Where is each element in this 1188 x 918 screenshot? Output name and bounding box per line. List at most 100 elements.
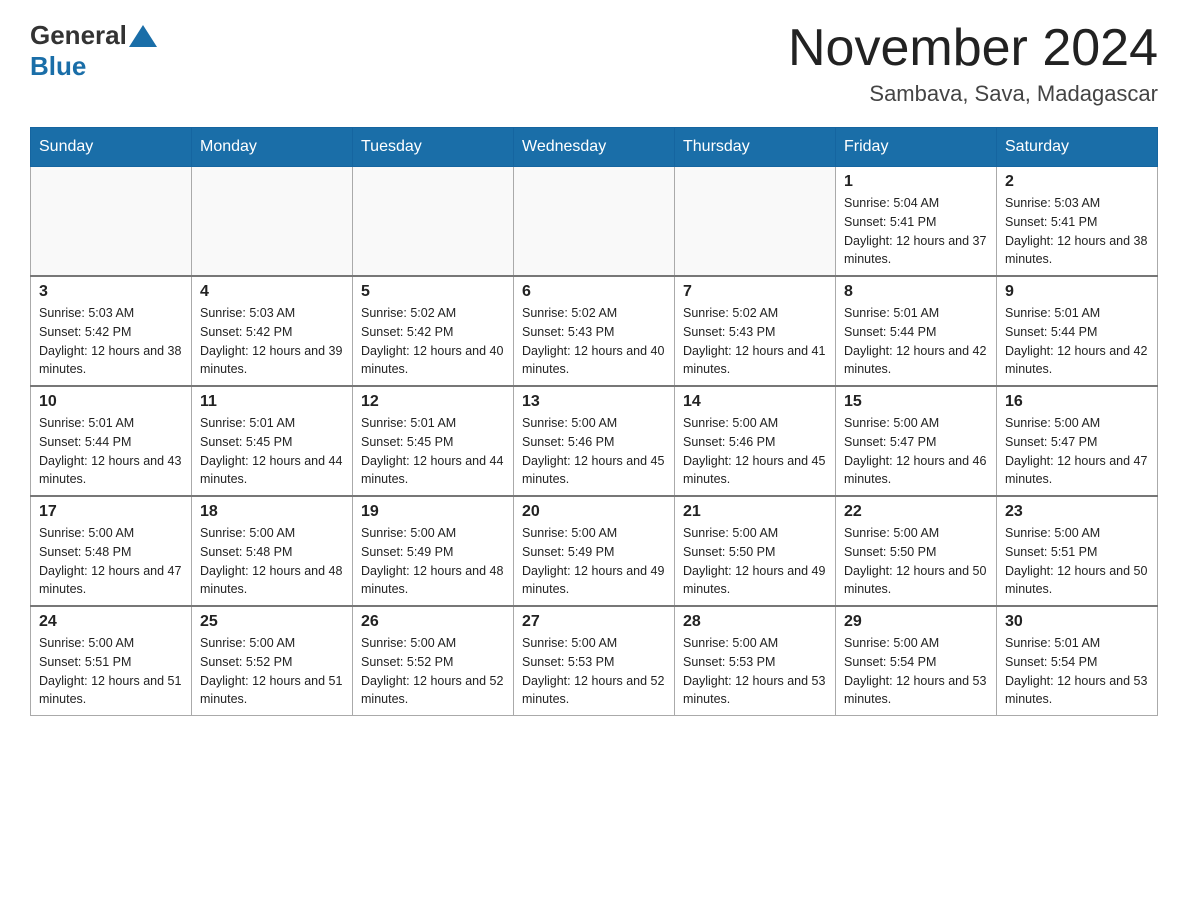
day-info: Sunrise: 5:01 AM Sunset: 5:44 PM Dayligh… [1005,304,1149,379]
day-number: 14 [683,393,827,411]
day-info: Sunrise: 5:00 AM Sunset: 5:47 PM Dayligh… [1005,414,1149,489]
calendar-cell: 5 Sunrise: 5:02 AM Sunset: 5:42 PM Daylig… [353,276,514,386]
day-number: 15 [844,393,988,411]
calendar-cell: 8 Sunrise: 5:01 AM Sunset: 5:44 PM Daylig… [836,276,997,386]
day-number: 11 [200,393,344,411]
weekday-header-tuesday: Tuesday [353,128,514,167]
day-info: Sunrise: 5:00 AM Sunset: 5:48 PM Dayligh… [200,524,344,599]
day-number: 23 [1005,503,1149,521]
day-info: Sunrise: 5:00 AM Sunset: 5:46 PM Dayligh… [683,414,827,489]
day-number: 22 [844,503,988,521]
day-info: Sunrise: 5:01 AM Sunset: 5:44 PM Dayligh… [39,414,183,489]
calendar-cell: 13Sunrise: 5:00 AM Sunset: 5:46 PM Dayli… [514,386,675,496]
day-info: Sunrise: 5:00 AM Sunset: 5:51 PM Dayligh… [39,634,183,709]
calendar-week-row: 17Sunrise: 5:00 AM Sunset: 5:48 PM Dayli… [31,496,1158,606]
calendar-week-row: 3 Sunrise: 5:03 AM Sunset: 5:42 PM Daylig… [31,276,1158,386]
calendar-cell: 27 Sunrise: 5:00 AM Sunset: 5:53 PM Dayli… [514,606,675,716]
calendar-cell [31,167,192,277]
calendar-cell: 1 Sunrise: 5:04 AM Sunset: 5:41 PM Daylig… [836,167,997,277]
day-number: 10 [39,393,183,411]
day-number: 7 [683,283,827,301]
day-info: Sunrise: 5:00 AM Sunset: 5:51 PM Dayligh… [1005,524,1149,599]
day-number: 27 [522,613,666,631]
day-info: Sunrise: 5:00 AM Sunset: 5:53 PM Dayligh… [683,634,827,709]
day-number: 30 [1005,613,1149,631]
day-info: Sunrise: 5:02 AM Sunset: 5:43 PM Dayligh… [522,304,666,379]
day-number: 9 [1005,283,1149,301]
day-info: Sunrise: 5:03 AM Sunset: 5:42 PM Dayligh… [39,304,183,379]
page-header: General Blue November 2024 Sambava, Sava… [30,20,1158,107]
calendar-cell [514,167,675,277]
day-info: Sunrise: 5:03 AM Sunset: 5:42 PM Dayligh… [200,304,344,379]
day-info: Sunrise: 5:00 AM Sunset: 5:47 PM Dayligh… [844,414,988,489]
day-number: 6 [522,283,666,301]
calendar-week-row: 24 Sunrise: 5:00 AM Sunset: 5:51 PM Dayli… [31,606,1158,716]
calendar-cell: 3 Sunrise: 5:03 AM Sunset: 5:42 PM Daylig… [31,276,192,386]
calendar-header-row: SundayMondayTuesdayWednesdayThursdayFrid… [31,128,1158,167]
day-info: Sunrise: 5:02 AM Sunset: 5:43 PM Dayligh… [683,304,827,379]
day-info: Sunrise: 5:01 AM Sunset: 5:54 PM Dayligh… [1005,634,1149,709]
day-info: Sunrise: 5:00 AM Sunset: 5:50 PM Dayligh… [844,524,988,599]
weekday-header-friday: Friday [836,128,997,167]
day-number: 4 [200,283,344,301]
calendar-cell: 17Sunrise: 5:00 AM Sunset: 5:48 PM Dayli… [31,496,192,606]
day-number: 21 [683,503,827,521]
calendar-cell: 2 Sunrise: 5:03 AM Sunset: 5:41 PM Daylig… [997,167,1158,277]
day-info: Sunrise: 5:02 AM Sunset: 5:42 PM Dayligh… [361,304,505,379]
day-info: Sunrise: 5:00 AM Sunset: 5:49 PM Dayligh… [361,524,505,599]
calendar-cell: 26 Sunrise: 5:00 AM Sunset: 5:52 PM Dayli… [353,606,514,716]
day-info: Sunrise: 5:00 AM Sunset: 5:48 PM Dayligh… [39,524,183,599]
weekday-header-monday: Monday [192,128,353,167]
day-info: Sunrise: 5:01 AM Sunset: 5:45 PM Dayligh… [200,414,344,489]
calendar-cell: 19 Sunrise: 5:00 AM Sunset: 5:49 PM Dayli… [353,496,514,606]
logo-general-text: General [30,20,127,51]
logo-triangle-icon [129,25,157,47]
day-info: Sunrise: 5:03 AM Sunset: 5:41 PM Dayligh… [1005,194,1149,269]
calendar-cell: 20 Sunrise: 5:00 AM Sunset: 5:49 PM Dayli… [514,496,675,606]
day-info: Sunrise: 5:04 AM Sunset: 5:41 PM Dayligh… [844,194,988,269]
day-number: 26 [361,613,505,631]
calendar-cell [675,167,836,277]
day-number: 12 [361,393,505,411]
day-number: 2 [1005,173,1149,191]
day-number: 19 [361,503,505,521]
logo: General Blue [30,20,159,82]
day-number: 5 [361,283,505,301]
calendar-cell [192,167,353,277]
day-number: 29 [844,613,988,631]
calendar-cell: 29 Sunrise: 5:00 AM Sunset: 5:54 PM Dayli… [836,606,997,716]
day-info: Sunrise: 5:01 AM Sunset: 5:44 PM Dayligh… [844,304,988,379]
calendar-week-row: 10 Sunrise: 5:01 AM Sunset: 5:44 PM Dayli… [31,386,1158,496]
day-info: Sunrise: 5:00 AM Sunset: 5:49 PM Dayligh… [522,524,666,599]
title-block: November 2024 Sambava, Sava, Madagascar [788,20,1158,107]
month-title: November 2024 [788,20,1158,77]
calendar-cell: 24 Sunrise: 5:00 AM Sunset: 5:51 PM Dayli… [31,606,192,716]
day-info: Sunrise: 5:00 AM Sunset: 5:53 PM Dayligh… [522,634,666,709]
day-number: 28 [683,613,827,631]
calendar-cell: 12Sunrise: 5:01 AM Sunset: 5:45 PM Dayli… [353,386,514,496]
weekday-header-wednesday: Wednesday [514,128,675,167]
calendar-cell: 14 Sunrise: 5:00 AM Sunset: 5:46 PM Dayli… [675,386,836,496]
calendar-cell: 15 Sunrise: 5:00 AM Sunset: 5:47 PM Dayli… [836,386,997,496]
calendar-cell [353,167,514,277]
calendar-cell: 9 Sunrise: 5:01 AM Sunset: 5:44 PM Daylig… [997,276,1158,386]
calendar-cell: 18Sunrise: 5:00 AM Sunset: 5:48 PM Dayli… [192,496,353,606]
day-info: Sunrise: 5:00 AM Sunset: 5:54 PM Dayligh… [844,634,988,709]
day-number: 16 [1005,393,1149,411]
location-title: Sambava, Sava, Madagascar [788,81,1158,107]
day-number: 20 [522,503,666,521]
calendar-cell: 22 Sunrise: 5:00 AM Sunset: 5:50 PM Dayli… [836,496,997,606]
weekday-header-saturday: Saturday [997,128,1158,167]
day-info: Sunrise: 5:00 AM Sunset: 5:52 PM Dayligh… [361,634,505,709]
calendar-cell: 10 Sunrise: 5:01 AM Sunset: 5:44 PM Dayli… [31,386,192,496]
logo-top: General [30,20,159,51]
day-number: 13 [522,393,666,411]
calendar-week-row: 1 Sunrise: 5:04 AM Sunset: 5:41 PM Daylig… [31,167,1158,277]
day-number: 1 [844,173,988,191]
day-number: 24 [39,613,183,631]
day-info: Sunrise: 5:00 AM Sunset: 5:52 PM Dayligh… [200,634,344,709]
day-number: 3 [39,283,183,301]
calendar-table: SundayMondayTuesdayWednesdayThursdayFrid… [30,127,1158,716]
day-number: 8 [844,283,988,301]
weekday-header-thursday: Thursday [675,128,836,167]
